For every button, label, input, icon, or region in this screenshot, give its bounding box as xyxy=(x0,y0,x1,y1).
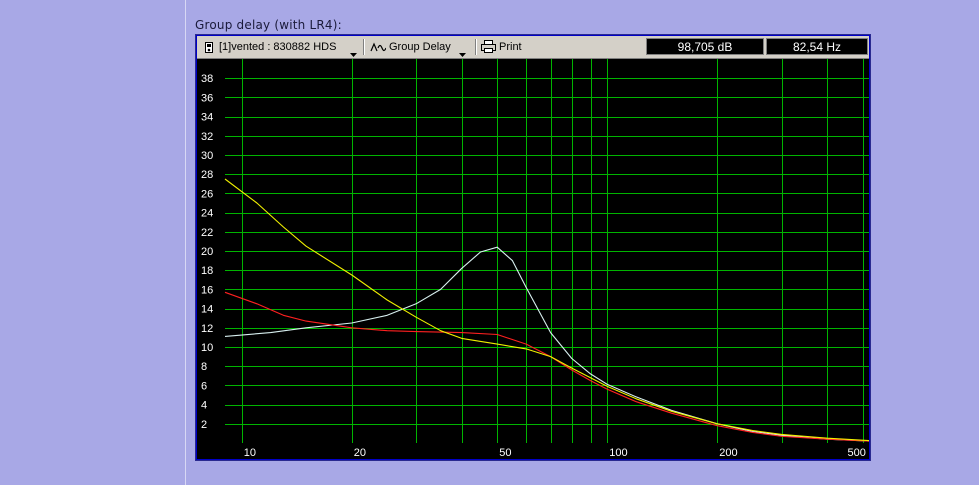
project-selector[interactable]: [1]vented : 830882 HDS xyxy=(203,38,361,57)
project-label: [1]vented : 830882 HDS xyxy=(219,41,337,53)
series-line-1 xyxy=(224,246,870,442)
y-tick-label: 14 xyxy=(201,304,213,316)
x-axis-labels: 10 20 50 100 200 500 xyxy=(244,447,866,459)
waveform-icon xyxy=(370,41,387,59)
x-tick-label: 500 xyxy=(848,447,866,459)
x-tick-label: 50 xyxy=(499,447,511,459)
y-tick-label: 8 xyxy=(201,361,207,373)
y-tick-label: 4 xyxy=(201,400,207,412)
y-tick-label: 36 xyxy=(201,92,213,104)
graph-window: [1]vented : 830882 HDS Group Delay Print… xyxy=(195,34,871,461)
y-tick-label: 12 xyxy=(201,323,213,335)
y-tick-label: 6 xyxy=(201,380,207,392)
plot-area: 2 4 6 8 10 12 14 16 18 20 22 24 26 28 30 32 34 36 38 10 20 5… xyxy=(197,59,870,459)
y-tick-label: 20 xyxy=(201,246,213,258)
graph-toolbar: [1]vented : 830882 HDS Group Delay Print… xyxy=(197,36,869,59)
x-tick-label: 100 xyxy=(609,447,627,459)
y-tick-label: 38 xyxy=(201,73,213,85)
toolbar-separator xyxy=(475,39,477,55)
level-readout: 98,705 dB xyxy=(646,38,764,55)
y-axis-labels: 2468101214161820222426283032343638 xyxy=(201,73,213,431)
frequency-readout: 82,54 Hz xyxy=(766,38,868,55)
series-layer xyxy=(224,178,870,442)
x-tick-label: 200 xyxy=(719,447,737,459)
mode-label: Group Delay xyxy=(389,41,451,53)
horizontal-grid xyxy=(225,78,869,425)
y-tick-label: 2 xyxy=(201,419,207,431)
speaker-icon xyxy=(205,41,213,53)
x-tick-label: 10 xyxy=(244,447,256,459)
y-tick-label: 28 xyxy=(201,169,213,181)
group-delay-chart: 2468101214161820222426283032343638 10 20 5… xyxy=(201,59,870,459)
mode-selector[interactable]: Group Delay xyxy=(369,38,469,59)
print-label: Print xyxy=(499,41,522,53)
y-tick-label: 26 xyxy=(201,188,213,200)
y-tick-label: 10 xyxy=(201,342,213,354)
y-tick-label: 24 xyxy=(201,208,213,220)
y-tick-label: 18 xyxy=(201,265,213,277)
printer-icon xyxy=(481,40,496,59)
x-tick-label: 20 xyxy=(354,447,366,459)
y-tick-label: 16 xyxy=(201,284,213,296)
y-tick-label: 30 xyxy=(201,150,213,162)
y-tick-label: 34 xyxy=(201,112,213,124)
y-tick-label: 22 xyxy=(201,227,213,239)
y-tick-label: 32 xyxy=(201,131,213,143)
section-heading: Group delay (with LR4): xyxy=(195,18,342,32)
print-button[interactable]: Print xyxy=(481,38,531,56)
toolbar-separator xyxy=(363,39,365,55)
